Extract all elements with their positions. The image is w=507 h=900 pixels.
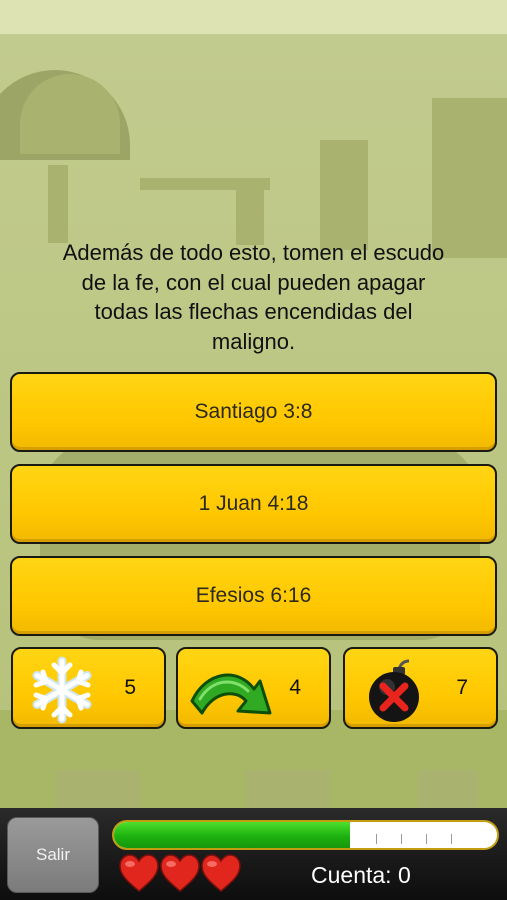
background-crate (418, 770, 478, 810)
heart-icon (119, 854, 159, 892)
background-pillar (48, 165, 68, 243)
progress-fill (114, 822, 350, 848)
background-crate (55, 770, 140, 810)
background-column (236, 190, 264, 245)
time-progress-bar (112, 820, 499, 850)
question-line: maligno. (211, 328, 296, 354)
background-column (432, 98, 507, 258)
bomb-powerup-button[interactable]: 7 (343, 647, 498, 729)
heart-icon (160, 854, 200, 892)
lives-hearts (118, 853, 244, 895)
exit-button[interactable]: Salir (7, 817, 99, 893)
progress-tick (401, 834, 402, 844)
answer-button-1[interactable]: Santiago 3:8 (10, 372, 497, 452)
answer-label: 1 Juan 4:18 (198, 492, 309, 515)
question-line: Además de todo esto, tomen el escudo (62, 240, 445, 265)
answer-label: Santiago 3:8 (194, 400, 313, 423)
background-sky (0, 0, 507, 34)
background-column (140, 178, 270, 190)
answer-button-3[interactable]: Efesios 6:16 (10, 556, 497, 636)
skip-powerup-count: 4 (289, 676, 301, 699)
skip-arrow-icon (190, 673, 272, 715)
bomb-icon (369, 659, 419, 722)
background-crate (245, 770, 330, 810)
background-column (320, 140, 368, 250)
question-line: todas las flechas encendidas del (94, 299, 413, 324)
freeze-powerup-button[interactable]: 5 (11, 647, 166, 729)
progress-tick (376, 834, 377, 844)
exit-label: Salir (35, 845, 70, 864)
progress-tick (426, 834, 427, 844)
bomb-powerup-count: 7 (456, 676, 468, 699)
answer-button-2[interactable]: 1 Juan 4:18 (10, 464, 497, 544)
progress-tick (451, 834, 452, 844)
question-text: Además de todo esto, tomen el escudo de … (20, 238, 487, 356)
question-line: de la fe, con el cual pueden apagar (81, 269, 426, 295)
score-label: Cuenta: 0 (311, 862, 411, 888)
heart-icon (201, 854, 241, 892)
answer-label: Efesios 6:16 (195, 584, 312, 607)
skip-powerup-button[interactable]: 4 (176, 647, 331, 729)
snowflake-icon (32, 656, 92, 724)
freeze-powerup-count: 5 (124, 676, 136, 699)
